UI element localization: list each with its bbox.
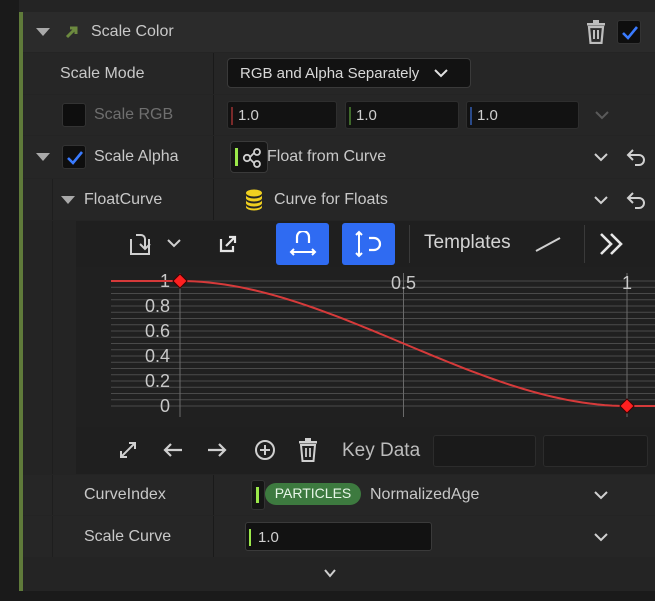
curve-index-row: CurveIndex PARTICLES NormalizedAge xyxy=(23,475,655,515)
chevron-down-icon[interactable] xyxy=(594,532,608,542)
node-graph-icon xyxy=(242,148,261,168)
add-key-icon[interactable] xyxy=(254,439,276,461)
reset-arrow-icon[interactable] xyxy=(626,148,646,166)
zoom-fit-icon[interactable] xyxy=(118,440,138,460)
y-tick-label: 0 xyxy=(160,396,170,416)
module-enable-checkbox[interactable] xyxy=(617,20,641,44)
scale-mode-row: Scale Mode RGB and Alpha Separately xyxy=(23,53,655,94)
y-tick-label: 0.2 xyxy=(145,371,170,391)
fit-vertical-icon xyxy=(355,230,382,258)
expand-chevron-icon[interactable] xyxy=(324,569,336,578)
x-tick-label: 0.5 xyxy=(391,273,416,293)
delete-key-icon[interactable] xyxy=(298,438,318,462)
dynamic-input-button[interactable] xyxy=(230,141,268,173)
templates-label[interactable]: Templates xyxy=(424,232,511,254)
scale-rgb-checkbox[interactable] xyxy=(62,103,86,127)
curve-index-value[interactable]: NormalizedAge xyxy=(370,486,479,504)
reset-arrow-icon[interactable] xyxy=(626,191,646,209)
chevron-down-icon xyxy=(434,69,448,78)
scale-alpha-row: Scale Alpha Float from Curve xyxy=(23,136,655,178)
expand-more-icon[interactable] xyxy=(598,231,626,257)
float-curve-value[interactable]: Curve for Floats xyxy=(274,191,388,209)
particles-badge: PARTICLES xyxy=(265,483,361,505)
scale-alpha-checkbox[interactable] xyxy=(62,145,86,169)
chevron-down-icon[interactable] xyxy=(594,195,608,205)
fit-horizontal-icon xyxy=(289,231,317,256)
key-data-label: Key Data xyxy=(342,440,421,461)
scale-mode-value: RGB and Alpha Separately xyxy=(240,65,420,82)
scale-rgb-row: Scale RGB 1.0 1.0 1.0 xyxy=(23,95,655,135)
curve-graph[interactable]: 0.5 1 10.80.60.40.20 xyxy=(76,267,655,427)
y-tick-label: 0.6 xyxy=(145,321,170,341)
scale-alpha-label: Scale Alpha xyxy=(94,148,179,165)
module-title: Scale Color xyxy=(91,23,174,40)
import-icon[interactable] xyxy=(128,233,154,257)
y-tick-label: 0.4 xyxy=(145,346,170,366)
collapse-triangle-icon[interactable] xyxy=(36,153,50,161)
checkmark-icon xyxy=(622,26,639,40)
scale-curve-row: Scale Curve 1.0 xyxy=(23,516,655,557)
module-arrow-icon xyxy=(65,26,78,39)
module-header[interactable]: Scale Color xyxy=(23,12,655,52)
float-curve-row: FloatCurve Curve for Floats xyxy=(23,179,655,220)
scale-rgb-g-value: 1.0 xyxy=(356,107,377,124)
curve-editor-block: Templates 0.5 1 1 0.8 0.6 0.4 0.2 0 Key … xyxy=(23,221,655,474)
next-key-icon[interactable] xyxy=(206,441,228,459)
scale-rgb-g-field[interactable]: 1.0 xyxy=(345,101,459,129)
open-external-icon[interactable] xyxy=(218,234,238,254)
scale-curve-value: 1.0 xyxy=(258,529,279,546)
curve-index-label: CurveIndex xyxy=(84,486,166,503)
key-value-field[interactable] xyxy=(543,435,648,467)
scale-rgb-label: Scale RGB xyxy=(94,106,174,123)
scale-curve-field[interactable]: 1.0 xyxy=(245,522,432,551)
scale-rgb-r-field[interactable]: 1.0 xyxy=(227,101,337,129)
database-icon xyxy=(246,189,262,211)
previous-key-icon[interactable] xyxy=(162,441,184,459)
scale-alpha-value[interactable]: Float from Curve xyxy=(267,148,386,166)
scale-curve-label: Scale Curve xyxy=(84,528,172,545)
chevron-down-icon[interactable] xyxy=(167,238,181,248)
scale-rgb-b-field[interactable]: 1.0 xyxy=(466,101,579,129)
linear-template-icon[interactable] xyxy=(534,235,562,253)
float-curve-label: FloatCurve xyxy=(84,191,163,208)
y-tick-label: 0.8 xyxy=(145,296,170,316)
scale-mode-dropdown[interactable]: RGB and Alpha Separately xyxy=(227,58,471,88)
chevron-down-icon[interactable] xyxy=(594,152,608,162)
particles-badge-text: PARTICLES xyxy=(274,485,352,501)
curve-toolbar: Templates xyxy=(76,221,655,267)
key-time-field[interactable] xyxy=(433,435,536,467)
scale-rgb-r-value: 1.0 xyxy=(238,107,259,124)
chevron-down-icon[interactable] xyxy=(595,110,609,120)
module-footer xyxy=(23,558,655,591)
x-tick-label: 1 xyxy=(622,273,632,293)
key-bar: Key Data xyxy=(76,427,655,474)
scale-mode-label: Scale Mode xyxy=(60,65,145,82)
fit-horizontal-button[interactable] xyxy=(276,223,329,265)
collapse-triangle-icon[interactable] xyxy=(61,196,75,204)
collapse-triangle-icon[interactable] xyxy=(36,28,50,36)
chevron-down-icon[interactable] xyxy=(594,490,608,500)
dynamic-input-handle[interactable] xyxy=(251,480,265,510)
trash-icon[interactable] xyxy=(585,20,607,44)
checkmark-icon xyxy=(67,151,84,165)
fit-vertical-button[interactable] xyxy=(342,223,395,265)
scale-rgb-b-value: 1.0 xyxy=(477,107,498,124)
